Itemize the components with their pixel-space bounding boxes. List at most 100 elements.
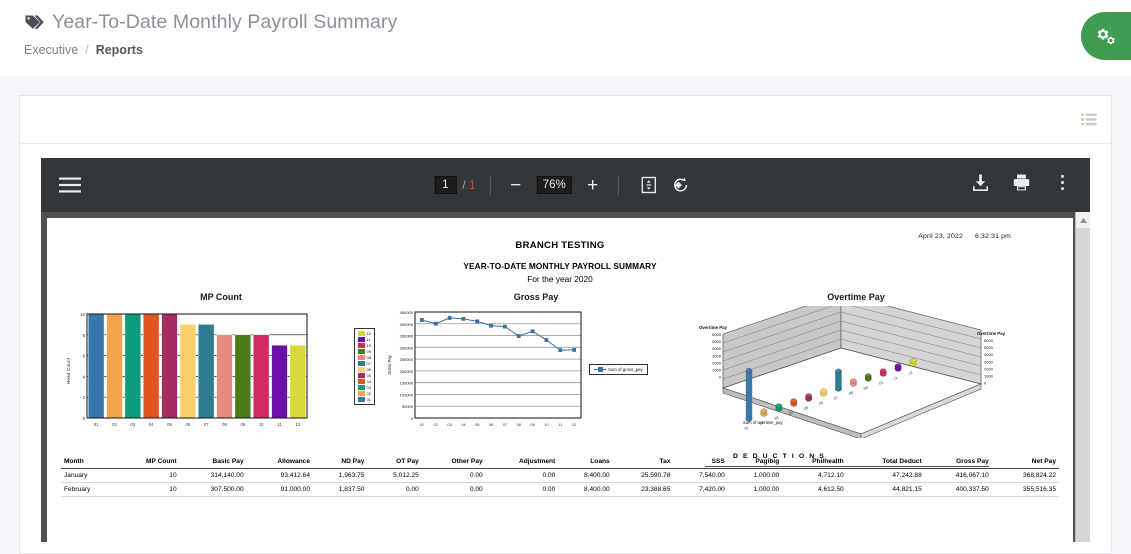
table-header-cell: MP Count (145, 458, 177, 465)
legend-item: 10 (357, 343, 371, 348)
svg-text:2000: 2000 (712, 360, 722, 365)
svg-text:09: 09 (240, 422, 245, 427)
table-cell: 368,824.22 (1022, 472, 1056, 479)
tag-icon (24, 12, 44, 32)
svg-text:09: 09 (530, 422, 535, 427)
legend-swatch (357, 391, 365, 396)
table-cell: 93,412.64 (280, 472, 311, 479)
legend-item: 08 (357, 355, 371, 360)
report-branch-name: BRANCH TESTING (515, 240, 605, 251)
svg-text:4000: 4000 (984, 352, 994, 357)
svg-text:03: 03 (130, 422, 135, 427)
table-cell: 355,516.35 (1022, 486, 1056, 493)
breadcrumb-item-executive[interactable]: Executive (24, 43, 78, 57)
legend-item: 01 (357, 397, 371, 402)
overtime-pay-svg: 6000 5000 4000 3000 2000 1000 0 6000 5000 4000 300… (699, 293, 1006, 440)
pdf-toolbar-center: 1 / 1 − 76% + (434, 158, 696, 212)
pdf-stage: April 23, 2022 6:32:31 pm BRANCH TESTING … (41, 212, 1090, 542)
pdf-toolbar-right (971, 173, 1072, 197)
table-header-cell: Tax (659, 458, 671, 465)
more-vertical-icon[interactable] (1053, 173, 1072, 197)
fit-page-icon[interactable] (640, 176, 658, 194)
svg-text:11: 11 (277, 422, 282, 427)
table-header-cell: Net Pay (1031, 458, 1056, 465)
svg-text:03: 03 (447, 422, 452, 427)
svg-text:01: 01 (94, 422, 99, 427)
svg-text:3000: 3000 (984, 359, 994, 364)
gross-pay-legend: Sum of gross_pay (589, 364, 648, 375)
svg-text:150000: 150000 (400, 381, 414, 386)
table-cell: 400,337.50 (955, 486, 989, 493)
scroll-up-button[interactable] (1076, 212, 1090, 228)
legend-label: 09 (366, 349, 371, 354)
legend-swatch (357, 379, 365, 384)
table-cell: 47,242.88 (892, 472, 922, 479)
zoom-level-value[interactable]: 76% (536, 176, 572, 194)
table-cell: 23,388.65 (641, 486, 671, 493)
table-cell: 91,000.00 (280, 486, 311, 493)
page-count-value: 1 (468, 178, 476, 192)
pdf-viewer: 1 / 1 − 76% + April 23, 2022 6:32:31 pm … (20, 144, 1111, 542)
svg-text:1000: 1000 (712, 368, 722, 373)
report-time: 6:32:31 pm (974, 233, 1011, 240)
chart-title-gross-pay: Gross Pay (513, 292, 559, 302)
svg-text:4000: 4000 (712, 346, 722, 351)
legend-label: 02 (366, 391, 371, 396)
table-cell: 314,140.00 (210, 472, 244, 479)
svg-text:Gross Pay: Gross Pay (387, 354, 392, 374)
legend-item: 03 (357, 385, 371, 390)
legend-label: 06 (366, 367, 371, 372)
svg-text:100000: 100000 (400, 392, 414, 397)
svg-text:11: 11 (558, 422, 563, 427)
toolbar-divider-1 (489, 175, 491, 195)
deductions-group-rule (705, 466, 989, 467)
legend-label: 07 (366, 361, 371, 366)
table-cell: January (64, 472, 88, 479)
legend-label: 01 (366, 397, 371, 402)
legend-item: 07 (357, 361, 371, 366)
chart-gross-pay: Gross Pay 0 50000 100000 150000 200000 250000… (381, 292, 691, 443)
legend-swatch (357, 355, 365, 360)
svg-text:08: 08 (517, 422, 522, 427)
settings-fab-button[interactable] (1081, 12, 1131, 60)
zoom-out-button[interactable]: − (505, 174, 527, 196)
svg-text:5000: 5000 (712, 339, 722, 344)
table-cell: 10 (169, 472, 177, 479)
svg-text:02: 02 (112, 422, 117, 427)
page-number-input[interactable]: 1 (434, 176, 457, 194)
svg-text:10: 10 (259, 422, 264, 427)
table-cell: 8,400.00 (584, 486, 610, 493)
gears-icon (1097, 28, 1115, 44)
svg-text:6000: 6000 (712, 332, 722, 337)
table-cell: 0.00 (469, 486, 483, 493)
table-header-cell: Loans (590, 458, 610, 465)
list-icon[interactable] (1081, 113, 1097, 126)
mp-count-y-axis-label: Head Count (65, 357, 71, 385)
breadcrumb-item-reports: Reports (95, 43, 143, 57)
toolbar-divider-2 (617, 175, 619, 195)
svg-text:6: 6 (83, 354, 86, 359)
legend-swatch (357, 343, 365, 348)
table-cell: 7,540.00 (699, 472, 725, 479)
pdf-toolbar: 1 / 1 − 76% + (41, 158, 1090, 212)
table-cell: 25,590.78 (641, 472, 671, 479)
print-icon[interactable] (1012, 173, 1031, 197)
table-cell: 4,612.50 (818, 486, 844, 493)
svg-text:08: 08 (222, 422, 227, 427)
page-title: Year-To-Date Monthly Payroll Summary (52, 11, 398, 33)
zoom-in-button[interactable]: + (582, 174, 604, 196)
charts-row: MP Count Head Count 0 2 4 6 8 10 01 02 03 04 05 06 0… (47, 292, 1073, 443)
svg-text:1000: 1000 (984, 374, 994, 379)
pdf-scrollbar[interactable] (1075, 212, 1090, 542)
svg-text:07: 07 (204, 422, 209, 427)
rotate-icon[interactable] (672, 176, 690, 194)
svg-text:2000: 2000 (984, 366, 994, 371)
download-icon[interactable] (971, 173, 990, 197)
svg-text:10: 10 (544, 422, 549, 427)
hamburger-icon[interactable] (59, 177, 81, 193)
card-header (20, 96, 1111, 144)
table-header-cell: ND Pay (341, 458, 365, 465)
svg-text:8: 8 (83, 333, 86, 338)
report-datetime: April 23, 2022 6:32:31 pm (918, 233, 1011, 240)
payroll-table-body: January 10 314,140.00 93,412.64 1,963.75 5,01… (61, 469, 1059, 497)
